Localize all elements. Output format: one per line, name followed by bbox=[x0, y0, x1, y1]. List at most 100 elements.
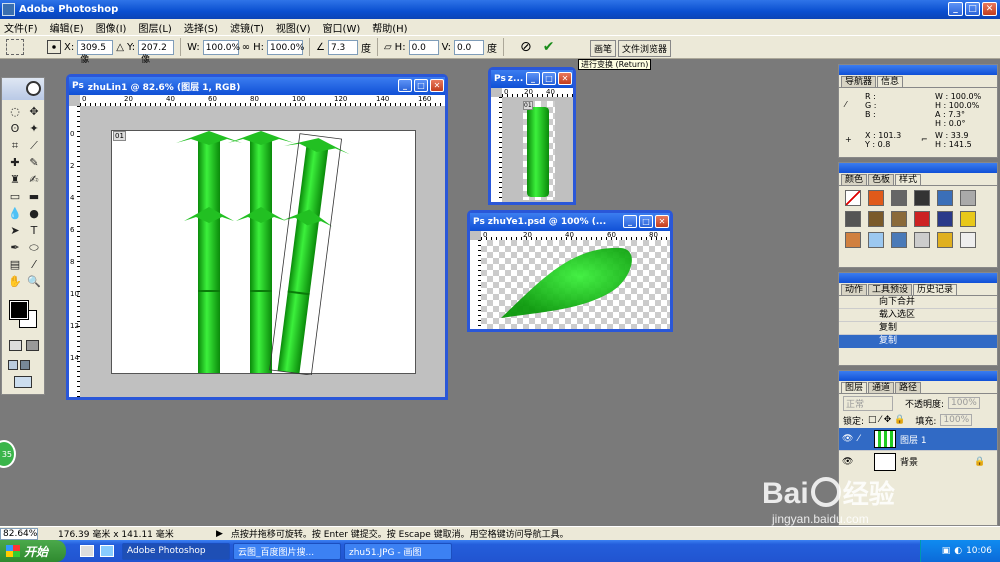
style-swatch[interactable] bbox=[891, 232, 907, 248]
maximize-button[interactable]: □ bbox=[414, 79, 428, 92]
hand-tool-icon[interactable]: ✋ bbox=[7, 275, 23, 289]
blur-tool-icon[interactable]: 💧 bbox=[7, 207, 23, 221]
menu-view[interactable]: 视图(V) bbox=[276, 20, 311, 35]
style-swatch[interactable] bbox=[937, 190, 953, 206]
menu-layer[interactable]: 图层(L) bbox=[138, 20, 171, 35]
pen-tool-icon[interactable]: ✒ bbox=[7, 241, 23, 255]
quickmask-mode-icon[interactable] bbox=[9, 340, 22, 351]
maximize-button[interactable]: □ bbox=[639, 215, 653, 228]
tab-layers[interactable]: 图层 bbox=[841, 382, 868, 393]
standard-mode-icon[interactable] bbox=[26, 340, 39, 351]
minimize-button[interactable]: _ bbox=[623, 215, 637, 228]
style-swatch[interactable] bbox=[937, 211, 953, 227]
document-size[interactable]: 176.39 毫米 x 141.11 毫米 bbox=[58, 527, 208, 540]
document-window-zhulin1[interactable]: Ps zhuLin1 @ 82.6% (图层 1, RGB) _ □ ✕ 0 2… bbox=[66, 74, 448, 400]
slice-tool-icon[interactable]: ⟋ bbox=[26, 139, 42, 153]
history-item[interactable]: 向下合并 bbox=[839, 296, 997, 309]
magic-wand-tool-icon[interactable]: ✦ bbox=[26, 122, 42, 136]
task-browser[interactable]: 云图_百度图片搜... bbox=[233, 542, 341, 560]
lasso-tool-icon[interactable]: ʘ bbox=[7, 122, 23, 136]
document-window-small[interactable]: Ps z... _ □ ✕ 0 20 40 01 bbox=[488, 67, 576, 205]
style-swatch[interactable] bbox=[891, 190, 907, 206]
fullscreen-mode-icon[interactable] bbox=[20, 360, 30, 370]
layer-row-selected[interactable]: 👁 ⁄ 图层 1 bbox=[839, 428, 997, 450]
fill-input[interactable]: 100% bbox=[940, 414, 973, 426]
jump-to-imageready-icon[interactable] bbox=[14, 376, 32, 388]
link-icon[interactable]: ∞ bbox=[242, 42, 250, 53]
hskew-input[interactable]: 0.0 bbox=[408, 39, 439, 55]
transform-tool-icon[interactable] bbox=[6, 39, 24, 55]
style-swatch[interactable] bbox=[845, 190, 861, 206]
maximize-button[interactable]: □ bbox=[542, 72, 556, 85]
lock-icons[interactable]: □ ⁄ ✥ 🔒 bbox=[868, 415, 905, 425]
style-swatch[interactable] bbox=[937, 232, 953, 248]
opacity-input[interactable]: 100% bbox=[948, 397, 980, 409]
tab-channels[interactable]: 通道 bbox=[868, 382, 895, 393]
canvas[interactable] bbox=[481, 240, 670, 329]
tab-info[interactable]: 信息 bbox=[877, 76, 904, 87]
style-swatch[interactable] bbox=[960, 211, 976, 227]
style-swatch[interactable] bbox=[960, 190, 976, 206]
vskew-input[interactable]: 0.0 bbox=[453, 39, 484, 55]
style-swatch[interactable] bbox=[868, 211, 884, 227]
brush-link-icon[interactable]: ⁄ bbox=[858, 434, 870, 444]
task-paint[interactable]: zhu51.JPG - 画图 bbox=[344, 542, 452, 560]
tab-history[interactable]: 历史记录 bbox=[913, 284, 958, 295]
tab-tool-presets[interactable]: 工具预设 bbox=[868, 284, 913, 295]
close-button[interactable]: ✕ bbox=[430, 79, 444, 92]
task-photoshop[interactable]: Adobe Photoshop bbox=[122, 542, 230, 560]
style-swatch[interactable] bbox=[914, 232, 930, 248]
close-button[interactable]: ✕ bbox=[558, 72, 572, 85]
document-window-zhuye1[interactable]: Ps zhuYe1.psd @ 100% (... _ □ ✕ 0 20 40 … bbox=[467, 210, 673, 332]
height-input[interactable]: 100.0% bbox=[267, 39, 304, 55]
quicklaunch-icon[interactable] bbox=[80, 545, 94, 557]
canvas[interactable]: 01 bbox=[111, 130, 416, 375]
reference-point-icon[interactable] bbox=[47, 40, 61, 54]
eyedropper-tool-icon[interactable]: ⁄ bbox=[26, 258, 42, 272]
layer-row[interactable]: 👁 背景 🔒 bbox=[839, 450, 997, 472]
history-item[interactable]: 载入选区 bbox=[839, 309, 997, 322]
history-brush-icon[interactable]: ✍ bbox=[26, 173, 42, 187]
menu-select[interactable]: 选择(S) bbox=[184, 20, 218, 35]
menu-edit[interactable]: 编辑(E) bbox=[50, 20, 84, 35]
green-badge[interactable]: 35 bbox=[0, 440, 16, 468]
style-swatch[interactable] bbox=[960, 232, 976, 248]
eye-icon[interactable]: 👁 bbox=[842, 457, 854, 467]
maximize-button[interactable]: □ bbox=[965, 2, 980, 16]
menu-filter[interactable]: 滤镜(T) bbox=[230, 20, 264, 35]
menu-file[interactable]: 文件(F) bbox=[4, 20, 38, 35]
tab-actions[interactable]: 动作 bbox=[841, 284, 868, 295]
menu-help[interactable]: 帮助(H) bbox=[372, 20, 407, 35]
type-tool-icon[interactable]: T bbox=[26, 224, 42, 238]
tab-brushes[interactable]: 画笔 bbox=[590, 40, 617, 57]
eye-icon[interactable]: 👁 bbox=[842, 434, 854, 444]
canvas[interactable]: 01 bbox=[523, 101, 555, 200]
path-select-icon[interactable]: ➤ bbox=[7, 224, 23, 238]
history-item[interactable]: 复制 bbox=[839, 322, 997, 335]
style-swatch[interactable] bbox=[868, 190, 884, 206]
zoom-tool-icon[interactable]: 🔍 bbox=[26, 275, 42, 289]
stamp-tool-icon[interactable]: ♜ bbox=[7, 173, 23, 187]
minimize-button[interactable]: _ bbox=[398, 79, 412, 92]
menu-window[interactable]: 窗口(W) bbox=[323, 20, 361, 35]
menu-image[interactable]: 图像(I) bbox=[96, 20, 127, 35]
style-swatch[interactable] bbox=[891, 211, 907, 227]
angle-input[interactable]: 7.3 bbox=[327, 39, 358, 55]
style-swatch[interactable] bbox=[868, 232, 884, 248]
foreground-color-swatch[interactable] bbox=[9, 300, 29, 320]
volume-icon[interactable]: ◐ bbox=[954, 546, 962, 556]
gradient-tool-icon[interactable]: ▬ bbox=[26, 190, 42, 204]
y-input[interactable]: 207.2 像 bbox=[138, 39, 175, 65]
tab-styles[interactable]: 样式 bbox=[895, 174, 922, 185]
x-input[interactable]: 309.5 像 bbox=[77, 39, 114, 65]
style-swatch[interactable] bbox=[914, 190, 930, 206]
tab-color[interactable]: 颜色 bbox=[841, 174, 868, 185]
healing-tool-icon[interactable]: ✚ bbox=[7, 156, 23, 170]
clock[interactable]: 10:06 bbox=[966, 546, 992, 556]
style-swatch[interactable] bbox=[845, 232, 861, 248]
eraser-tool-icon[interactable]: ▭ bbox=[7, 190, 23, 204]
minimize-button[interactable]: _ bbox=[948, 2, 963, 16]
brush-tool-icon[interactable]: ✎ bbox=[26, 156, 42, 170]
width-input[interactable]: 100.0% bbox=[202, 39, 240, 55]
minimize-button[interactable]: _ bbox=[526, 72, 540, 85]
